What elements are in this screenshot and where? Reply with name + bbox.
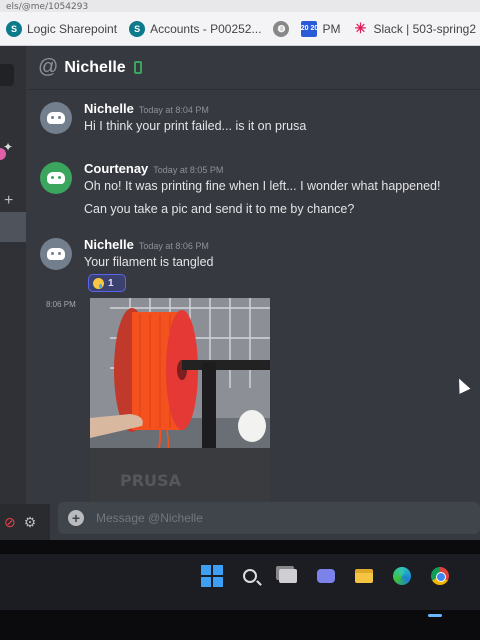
bookmark-slack[interactable]: ✳ Slack | 503-spring2 [352,20,476,37]
printer-photo: PRUSA [90,298,270,510]
printer-label: PRUSA [120,471,182,490]
chrome-button[interactable] [428,564,452,588]
discord-logo-icon [47,172,65,184]
message-text: Oh no! It was printing fine when I left.… [84,179,441,193]
file-explorer-button[interactable] [352,564,376,588]
message-header: Courtenay Today at 8:05 PM [84,160,223,178]
message-text: Your filament is tangled [84,255,214,269]
avatar[interactable] [40,102,72,134]
bookmark-accounts[interactable]: S Accounts - P00252... [129,20,262,37]
active-app-indicator [428,614,442,617]
timestamp: Today at 8:06 PM [138,241,209,251]
search-button[interactable] [238,564,262,588]
globe-icon: ◍ [273,20,290,37]
message-text: Can you take a pic and send it to me by … [84,202,355,216]
teams-button[interactable] [314,564,338,588]
bookmarks-bar: S Logic Sharepoint S Accounts - P00252..… [0,12,480,46]
bookmark-label: Slack | 503-spring2 [373,21,476,36]
sidebar: ✦ + [0,46,26,540]
sharepoint-icon: S [129,20,146,37]
avatar[interactable] [40,238,72,270]
mobile-status-icon [133,61,142,74]
mouse-cursor-icon [453,376,471,394]
crying-face-icon [93,277,104,289]
timestamp: Today at 8:04 PM [138,105,209,115]
reaction-count: 1 [108,277,114,289]
folder-icon [355,569,373,583]
discord-logo-icon [47,112,65,124]
taskbar [0,540,480,640]
start-button[interactable] [200,564,224,588]
edge-icon [393,567,411,585]
message-header: Nichelle Today at 8:04 PM [84,100,209,118]
task-view-button[interactable] [276,564,300,588]
reaction-button[interactable]: 1 [88,274,126,292]
discord-logo-icon [47,248,65,260]
avatar[interactable] [40,162,72,194]
at-icon: @ [38,56,59,78]
bookmark-logic-sharepoint[interactable]: S Logic Sharepoint [6,20,118,37]
channel-header: @ Nichelle [28,46,480,90]
bookmark-label: Logic Sharepoint [27,21,118,36]
bookmark-globe[interactable]: ◍ [273,20,290,37]
teams-icon [317,569,335,583]
timestamp: Today at 8:05 PM [153,165,224,175]
page-title: Nichelle [64,58,126,76]
sharepoint-icon: S [6,20,22,37]
add-attachment-icon[interactable]: + [68,510,84,526]
user-controls: ⊘ ⚙ [0,504,50,540]
edge-button[interactable] [390,564,414,588]
message-composer: + [58,502,480,534]
add-server-icon[interactable]: + [4,192,13,210]
discord-app: ✦ + @ Nichelle Nichelle Today at 8:04 PM … [0,46,480,540]
windows-icon [201,565,223,587]
headphones-muted-icon[interactable]: ⊘ [4,514,16,531]
bookmark-label: Accounts - P00252... [150,21,262,36]
message-input[interactable] [96,511,396,525]
username[interactable]: Nichelle [84,237,134,252]
bookmark-pm[interactable]: 20 20 PM [301,20,341,37]
sidebar-item-selected[interactable] [0,212,26,242]
message-text: Hi I think your print failed... is it on… [84,119,307,133]
username[interactable]: Courtenay [84,161,148,176]
server-icon[interactable] [0,64,14,86]
taskbar-icons [200,564,452,588]
dm-channel: @ Nichelle Nichelle Today at 8:04 PM Hi I… [28,46,480,540]
chrome-icon [431,567,449,585]
bookmark-label: PM [322,21,341,36]
task-view-icon [279,569,297,583]
gear-icon[interactable]: ⚙ [24,514,37,531]
calendar-icon: 20 20 [301,20,318,37]
image-attachment[interactable]: PRUSA [90,298,270,510]
attachment-timestamp: 8:06 PM [46,300,76,309]
message-header: Nichelle Today at 8:06 PM [84,236,209,254]
slack-icon: ✳ [354,20,367,36]
search-icon [243,569,257,583]
username[interactable]: Nichelle [84,101,134,116]
